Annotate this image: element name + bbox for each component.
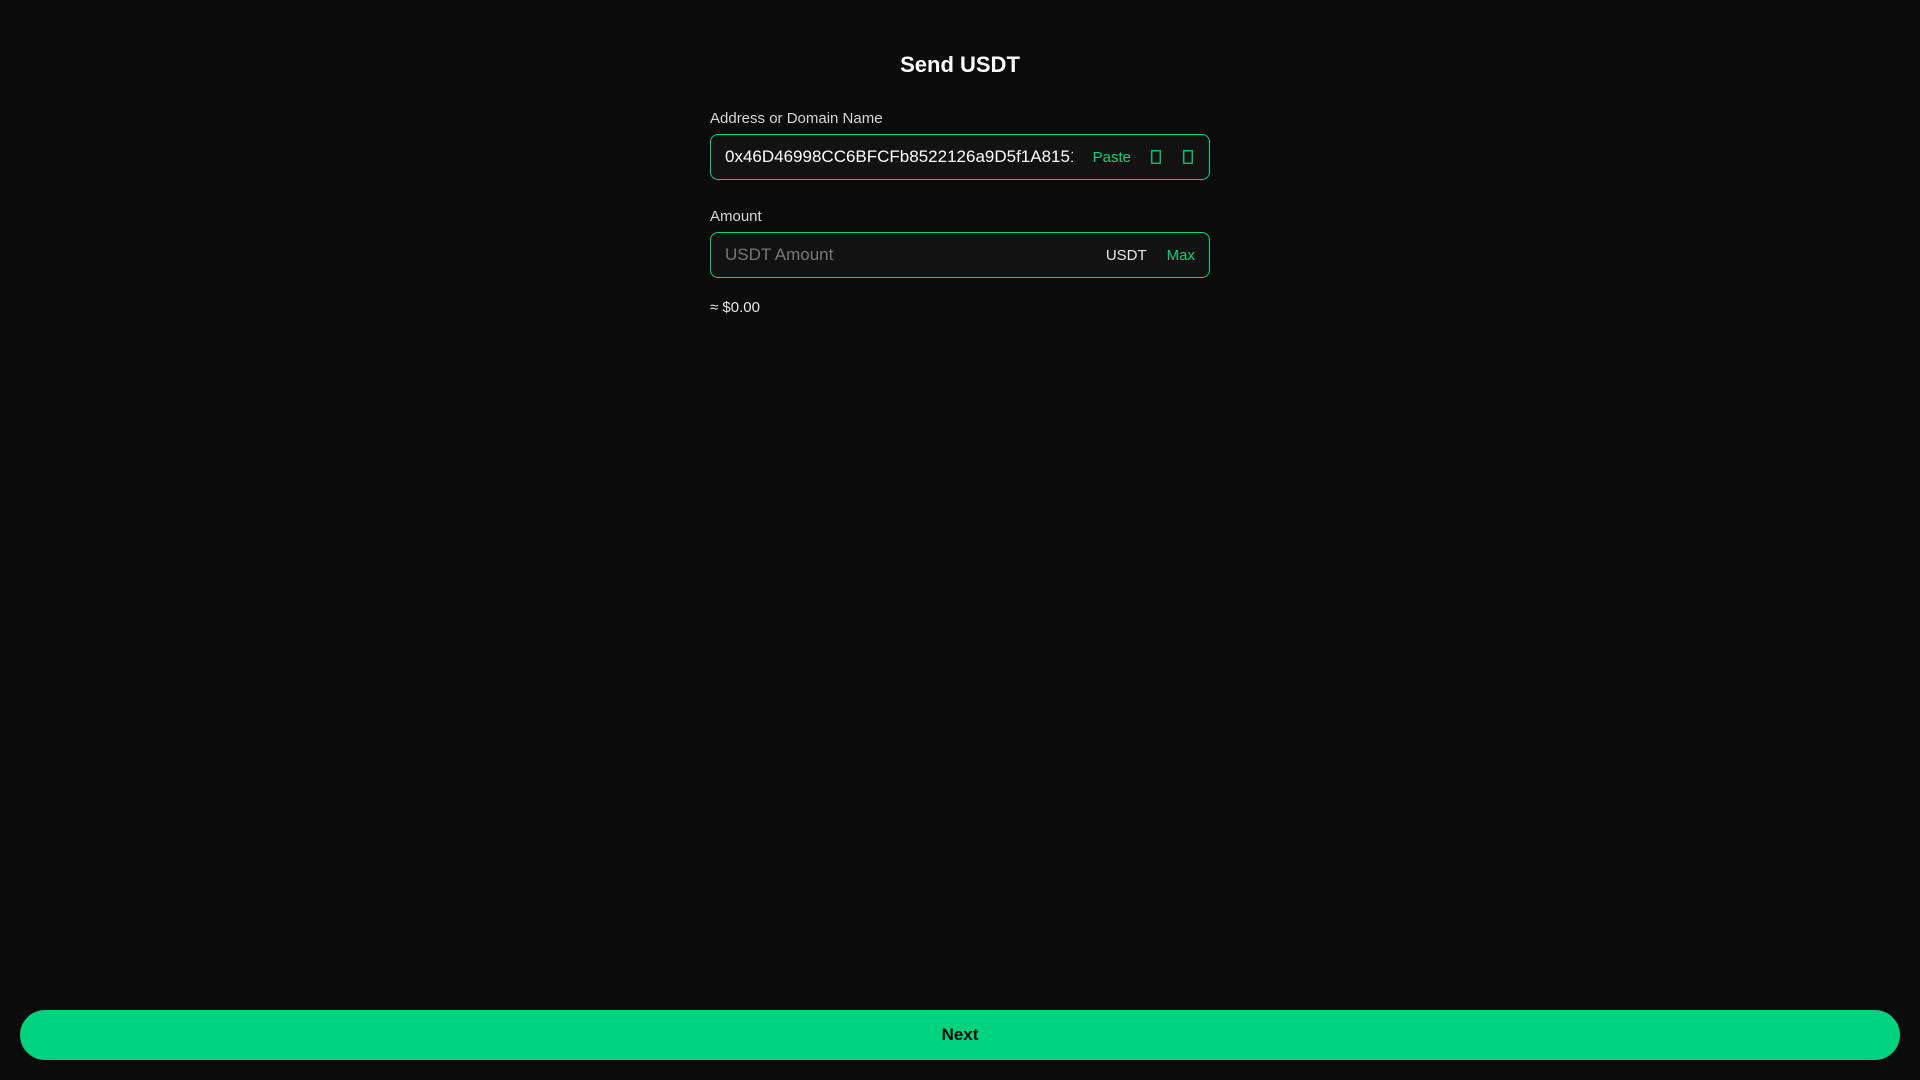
address-book-icon[interactable] (1149, 149, 1163, 165)
paste-button[interactable]: Paste (1093, 149, 1131, 166)
address-field: Paste (710, 134, 1210, 180)
amount-input[interactable] (725, 240, 1092, 270)
next-button[interactable]: Next (20, 1010, 1900, 1060)
address-input[interactable] (725, 142, 1073, 172)
max-button[interactable]: Max (1167, 247, 1195, 264)
qr-scan-icon[interactable] (1181, 149, 1195, 165)
amount-label: Amount (710, 208, 762, 225)
address-label: Address or Domain Name (710, 110, 883, 127)
currency-unit-label: USDT (1105, 246, 1147, 264)
send-page: Send USDT Address or Domain Name Paste A… (0, 0, 1920, 1080)
send-form: Address or Domain Name Paste Amount USDT… (710, 110, 1210, 316)
amount-field: USDT Max (710, 232, 1210, 278)
fiat-estimate: ≈ $0.00 (710, 299, 760, 316)
page-title: Send USDT (900, 52, 1020, 77)
